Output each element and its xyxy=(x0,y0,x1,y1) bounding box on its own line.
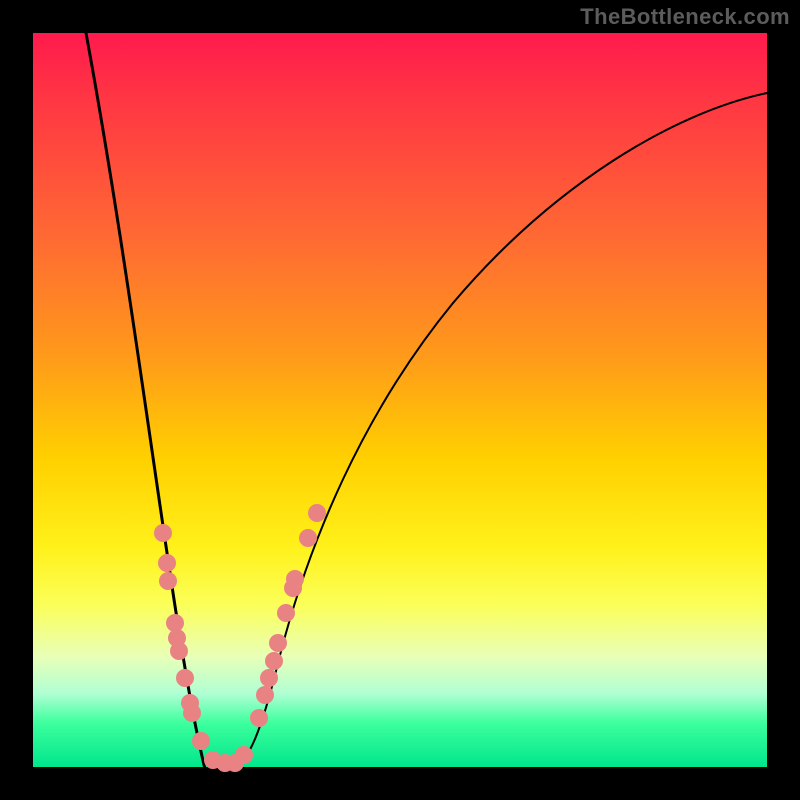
marker-right-1 xyxy=(257,687,274,704)
watermark-text: TheBottleneck.com xyxy=(580,4,790,30)
outer-frame: TheBottleneck.com xyxy=(0,0,800,800)
curve-left-curve xyxy=(86,33,228,797)
curve-right-curve xyxy=(228,93,767,767)
marker-right-2 xyxy=(261,670,278,687)
marker-left-9 xyxy=(193,733,210,750)
marker-left-0 xyxy=(155,525,172,542)
marker-left-3 xyxy=(167,615,184,632)
markers-group xyxy=(155,505,326,772)
curve-svg xyxy=(33,33,767,767)
marker-left-1 xyxy=(159,555,176,572)
marker-right-0 xyxy=(251,710,268,727)
marker-right-9 xyxy=(309,505,326,522)
marker-left-8 xyxy=(184,705,201,722)
marker-right-3 xyxy=(266,653,283,670)
marker-right-8 xyxy=(300,530,317,547)
marker-bottom-3 xyxy=(236,747,253,764)
marker-left-5 xyxy=(171,643,188,660)
marker-left-6 xyxy=(177,670,194,687)
marker-right-7 xyxy=(287,571,304,588)
marker-left-2 xyxy=(160,573,177,590)
marker-right-5 xyxy=(278,605,295,622)
marker-right-4 xyxy=(270,635,287,652)
